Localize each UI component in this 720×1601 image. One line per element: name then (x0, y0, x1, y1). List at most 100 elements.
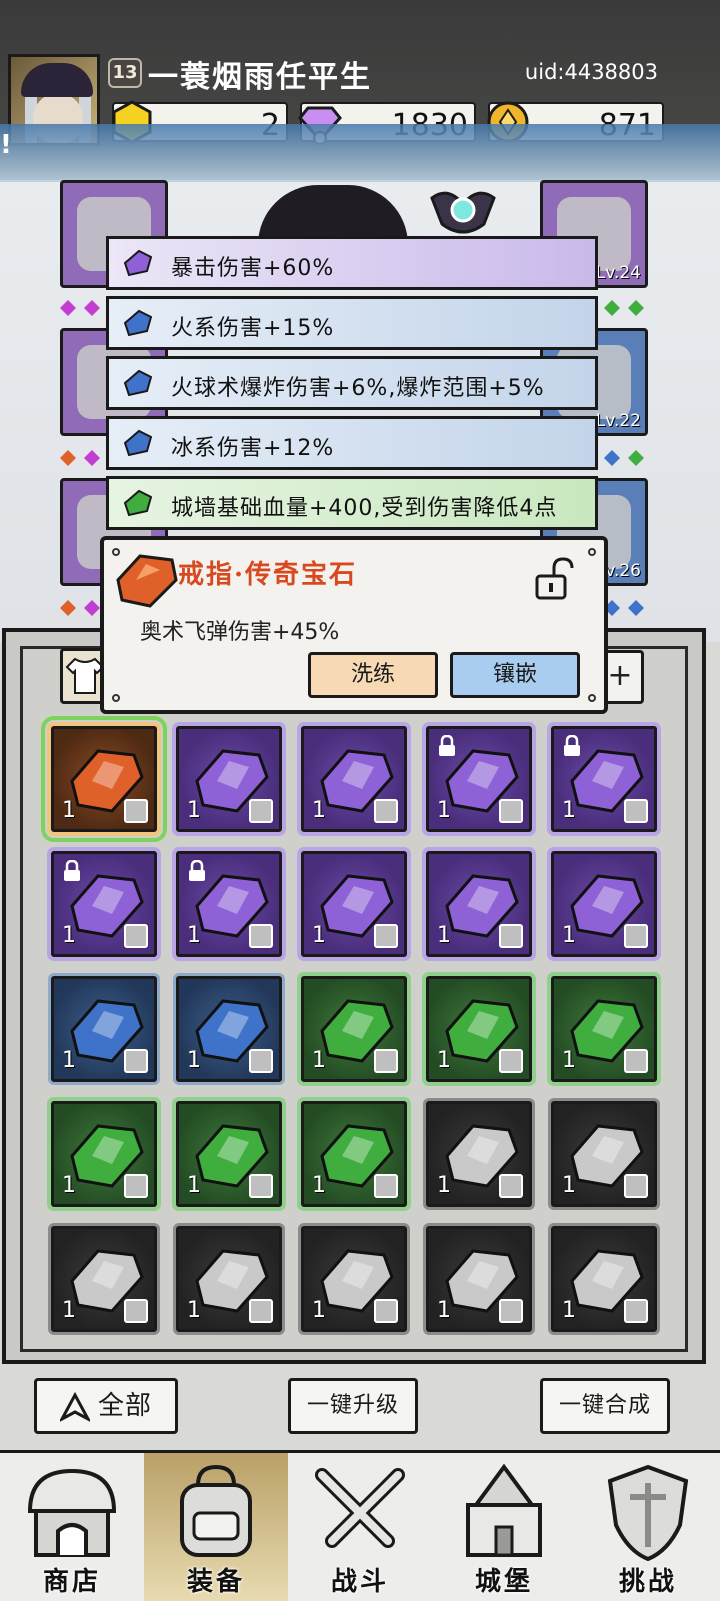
equip-type-icon (124, 799, 148, 823)
stat-row: 暴击伤害+60% (106, 236, 598, 290)
inventory-cell[interactable]: 1 (51, 1226, 157, 1332)
nav-equipment[interactable]: 装备 (144, 1453, 288, 1601)
nav-label: 城堡 (474, 1567, 533, 1597)
inventory-cell[interactable]: 1 (301, 726, 407, 832)
item-quantity: 1 (187, 1173, 201, 1198)
player-level-badge: 13 (108, 58, 142, 88)
blue-gem-icon (123, 369, 153, 397)
item-quantity: 1 (312, 1048, 326, 1073)
equip-type-icon (624, 799, 648, 823)
item-quantity: 1 (187, 923, 201, 948)
shop-icon (27, 1468, 117, 1557)
item-quantity: 1 (562, 1173, 576, 1198)
inventory-cell[interactable]: 1 (551, 1226, 657, 1332)
inventory-cell[interactable]: 1 (51, 1101, 157, 1207)
item-quantity: 1 (312, 798, 326, 823)
item-quantity: 1 (62, 1173, 76, 1198)
item-quantity: 1 (312, 1173, 326, 1198)
equip-type-icon (624, 1174, 648, 1198)
item-quantity: 1 (437, 1298, 451, 1323)
inventory-cell[interactable]: 1 (176, 1226, 282, 1332)
stat-text: 火系伤害+15% (171, 316, 335, 341)
equip-type-icon (249, 1049, 273, 1073)
item-quantity: 1 (62, 798, 76, 823)
lock-icon (564, 735, 580, 756)
filter-all-button[interactable]: 全部 (34, 1378, 178, 1434)
equip-type-icon (499, 1299, 523, 1323)
inventory-cell[interactable]: 1 (426, 1101, 532, 1207)
stat-row: 火系伤害+15% (106, 296, 598, 350)
stat-row: 城墙基础血量+400,受到伤害降低4点 (106, 476, 598, 530)
nav-shop[interactable]: 商店 (0, 1453, 144, 1601)
inventory-cell[interactable]: 1 (51, 976, 157, 1082)
gem-title: 戒指·传奇宝石 (178, 560, 358, 590)
socket-gems-left-1 (60, 300, 100, 316)
item-quantity: 1 (187, 1298, 201, 1323)
lock-icon (189, 860, 205, 881)
green-gem-icon (123, 489, 153, 517)
orange-gem-icon (116, 554, 178, 608)
crossed-swords-icon (315, 1468, 405, 1548)
refine-button[interactable]: 洗练 (308, 652, 438, 698)
one-click-upgrade-button[interactable]: 一键升级 (288, 1378, 418, 1434)
notice-mark: ! (0, 130, 12, 160)
item-quantity: 1 (62, 1298, 76, 1323)
item-quantity: 1 (187, 798, 201, 823)
nav-challenge[interactable]: 挑战 (576, 1453, 720, 1601)
item-quantity: 1 (562, 923, 576, 948)
item-quantity: 1 (437, 1173, 451, 1198)
nav-battle[interactable]: 战斗 (288, 1453, 432, 1601)
amulet-icon[interactable] (428, 184, 498, 244)
unlock-icon[interactable] (534, 556, 576, 600)
equip-type-icon (499, 1174, 523, 1198)
item-quantity: 1 (312, 1298, 326, 1323)
inventory-cell[interactable]: 1 (176, 851, 282, 957)
item-quantity: 1 (562, 1298, 576, 1323)
equip-level: Lv.22 (595, 411, 641, 431)
equip-type-icon (124, 1049, 148, 1073)
lock-icon (439, 735, 455, 756)
inventory-cell[interactable]: 1 (426, 976, 532, 1082)
equip-type-icon (249, 1299, 273, 1323)
nav-castle[interactable]: 城堡 (432, 1453, 576, 1601)
gem-stat: 奥术飞弹伤害+45% (140, 620, 340, 645)
triangle-up-icon (58, 1391, 92, 1423)
equip-type-icon (249, 1174, 273, 1198)
inventory-cell[interactable]: 1 (176, 726, 282, 832)
inventory-cell[interactable]: 1 (301, 851, 407, 957)
inventory-cell[interactable]: 1 (51, 851, 157, 957)
equip-type-icon (374, 799, 398, 823)
item-quantity: 1 (437, 923, 451, 948)
inventory-cell[interactable]: 1 (41, 716, 167, 842)
inventory-cell[interactable]: 1 (551, 726, 657, 832)
inventory-cell[interactable]: 1 (426, 726, 532, 832)
inventory-cell[interactable]: 1 (176, 976, 282, 1082)
gem-detail-popup: 戒指·传奇宝石 奥术飞弹伤害+45% 洗练 镶嵌 (100, 536, 608, 714)
inventory-cell[interactable]: 1 (176, 1101, 282, 1207)
socket-gems-left-2 (60, 450, 100, 466)
equip-type-icon (374, 924, 398, 948)
equip-type-icon (124, 1174, 148, 1198)
item-quantity: 1 (562, 798, 576, 823)
inventory-cell[interactable]: 1 (301, 1101, 407, 1207)
item-quantity: 1 (62, 923, 76, 948)
filter-all-label: 全部 (97, 1391, 152, 1421)
inventory-cell[interactable]: 1 (301, 1226, 407, 1332)
inventory-cell[interactable]: 1 (426, 1226, 532, 1332)
one-click-merge-button[interactable]: 一键合成 (540, 1378, 670, 1434)
inventory-cell[interactable]: 1 (551, 851, 657, 957)
equip-type-icon (374, 1049, 398, 1073)
stat-row: 火球术爆炸伤害+6%,爆炸范围+5% (106, 356, 598, 410)
castle-icon (466, 1463, 542, 1557)
inventory-cell[interactable]: 1 (551, 1101, 657, 1207)
equip-type-icon (249, 799, 273, 823)
inventory-cell[interactable]: 1 (551, 976, 657, 1082)
inlay-button[interactable]: 镶嵌 (450, 652, 580, 698)
equip-type-icon (624, 1299, 648, 1323)
inventory-cell[interactable]: 1 (426, 851, 532, 957)
socket-gems-right-2 (604, 450, 644, 466)
inventory-cell[interactable]: 1 (301, 976, 407, 1082)
equip-level: Lv.24 (595, 263, 641, 283)
equip-type-icon (499, 799, 523, 823)
item-quantity: 1 (437, 1048, 451, 1073)
